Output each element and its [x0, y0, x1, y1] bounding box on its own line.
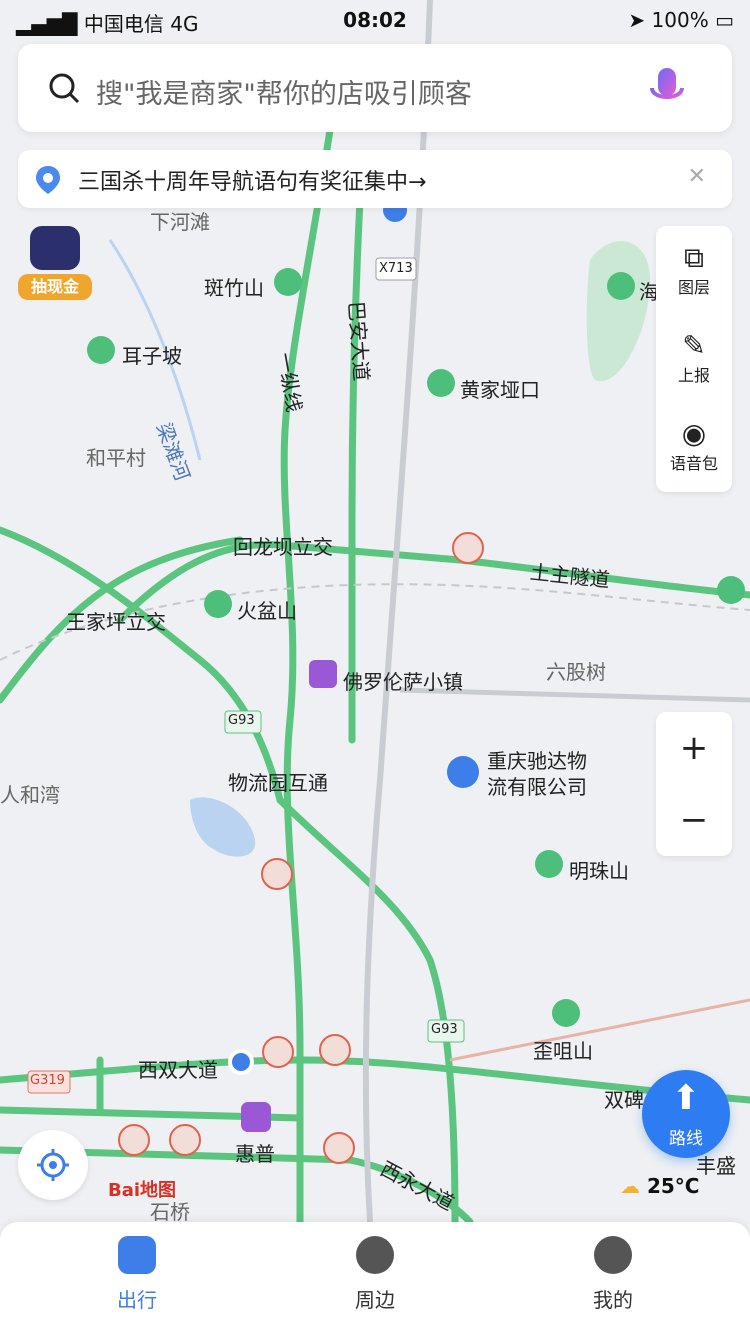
battery-percent-label: 100% — [651, 8, 709, 32]
route-label: 路线 — [669, 1129, 703, 1149]
microphone-icon[interactable] — [646, 66, 688, 114]
tab-nearby-label: 周边 — [355, 1288, 395, 1312]
notice-banner[interactable]: 三国杀十周年导航语句有奖征集中→ ✕ — [18, 150, 732, 208]
tab-travel[interactable]: 出行 — [77, 1236, 197, 1313]
locate-icon — [37, 1149, 69, 1181]
notice-text: 三国杀十周年导航语句有奖征集中→ — [78, 170, 427, 195]
road-label: 双碑 — [604, 1088, 644, 1112]
place-label: 斑竹山 — [204, 276, 264, 300]
voice-pack-icon: ◉ — [681, 417, 707, 450]
place-label: 歪咀山 — [533, 1039, 593, 1063]
road-label: 西双大道 — [138, 1058, 218, 1082]
voice-pack-button[interactable]: ◉ 语音包 — [656, 418, 732, 474]
tab-mine[interactable]: 我的 — [553, 1236, 673, 1313]
place-label: 下河滩 — [150, 210, 210, 234]
place-label: 惠普 — [235, 1142, 275, 1166]
promo-label: 抽现金 — [18, 274, 92, 300]
tab-mine-label: 我的 — [593, 1288, 633, 1312]
place-label: 佛罗伦萨小镇 — [343, 670, 463, 694]
temperature-label: 25°C — [646, 1174, 700, 1198]
zoom-in-button[interactable]: + — [656, 712, 732, 784]
status-bar: ▂▄▆█ 中国电信 4G 08:02 ➤ 100% ▭ — [0, 0, 750, 40]
weather-widget[interactable]: ☁ 25°C — [620, 1174, 699, 1198]
road-label: 巴安大道 — [344, 300, 374, 382]
place-label: 王家坪立交 — [66, 610, 166, 634]
location-arrow-icon: ➤ — [628, 8, 646, 32]
road-sign-label: G93 — [228, 713, 255, 728]
profile-icon — [594, 1236, 632, 1274]
battery-icon: ▭ — [715, 8, 734, 32]
voice-pack-label: 语音包 — [669, 454, 718, 473]
zoom-out-button[interactable]: − — [656, 784, 732, 856]
layers-label: 图层 — [677, 278, 710, 297]
locate-button[interactable] — [18, 1130, 88, 1200]
place-label: 物流园互通 — [228, 771, 328, 795]
route-button[interactable]: ⬆ 路线 — [642, 1070, 730, 1158]
place-label: 和平村 — [86, 446, 146, 470]
bottom-tab-bar: 出行 周边 我的 — [0, 1222, 750, 1333]
place-label: 耳子坡 — [122, 344, 182, 368]
place-label: 人和湾 — [0, 783, 60, 807]
place-label: 明珠山 — [569, 859, 629, 883]
robot-mascot-icon — [30, 226, 80, 270]
close-icon[interactable]: ✕ — [688, 164, 706, 189]
place-label: 火盆山 — [237, 599, 297, 623]
baidu-map-logo: Bai地图 — [108, 1180, 177, 1201]
zoom-control: + − — [656, 712, 732, 856]
promo-widget[interactable]: 抽现金 — [16, 222, 96, 304]
layers-button[interactable]: ⧉ 图层 — [656, 242, 732, 298]
place-label: 六股树 — [546, 660, 606, 684]
place-label: 重庆驰达物流有限公司 — [487, 749, 587, 799]
tab-nearby[interactable]: 周边 — [315, 1236, 435, 1313]
place-label: 黄家垭口 — [460, 378, 540, 402]
compass-icon — [356, 1236, 394, 1274]
search-placeholder: 搜"我是商家"帮你的店吸引顾客 — [96, 79, 472, 110]
side-tool-panel: ⧉ 图层 ✎ 上报 ◉ 语音包 — [656, 226, 732, 492]
road-sign-label: G93 — [431, 1022, 458, 1037]
road-sign-label: G319 — [30, 1073, 65, 1088]
road-sign-label: X713 — [379, 261, 413, 276]
pin-icon — [36, 166, 60, 194]
tab-travel-label: 出行 — [117, 1288, 157, 1312]
report-label: 上报 — [677, 366, 710, 385]
travel-icon — [118, 1236, 156, 1274]
cloud-sun-icon: ☁ — [620, 1174, 640, 1198]
report-button[interactable]: ✎ 上报 — [656, 330, 732, 386]
layers-icon: ⧉ — [684, 241, 704, 274]
search-icon — [49, 73, 80, 104]
report-icon: ✎ — [682, 329, 706, 362]
route-arrow-icon: ⬆ — [671, 1078, 701, 1118]
search-bar[interactable]: 搜"我是商家"帮你的店吸引顾客 — [18, 44, 732, 132]
place-label: 回龙坝立交 — [233, 535, 333, 559]
